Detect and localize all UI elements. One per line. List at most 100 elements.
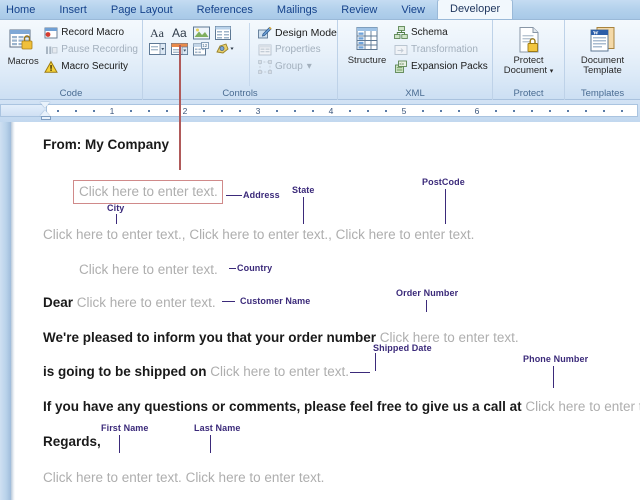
legacy-tools-icon[interactable] [214,42,235,56]
combo-box-control-icon[interactable] [149,42,166,56]
schema-label: Schema [411,27,448,38]
macros-button[interactable]: Macros [4,23,42,67]
horizontal-ruler[interactable]: 1 2 3 4 5 6 [0,100,640,122]
word-window: Home Insert Page Layout References Maili… [0,0,640,500]
postcode-placeholder[interactable]: Click here to enter text. [332,227,475,242]
record-macro-label: Record Macro [61,27,125,38]
svg-text:Aa: Aa [150,26,165,40]
macro-security-button[interactable]: Macro Security [44,58,138,75]
macro-security-icon [44,60,59,74]
pause-recording-button: Pause Recording [44,41,138,58]
transformation-label: Transformation [411,44,478,55]
document-page[interactable]: From: My Company Click here to enter tex… [15,122,640,500]
left-gutter [0,122,11,500]
record-macro-button[interactable]: Record Macro [44,24,138,41]
shipped-date-anno-label: Shipped Date [373,343,432,353]
properties-button: Properties [258,41,337,58]
phone-number-anno-leader [553,366,554,388]
properties-icon [258,43,272,57]
group-button: Group ▾ [258,58,337,75]
group-label-controls: Controls [222,88,258,99]
last-name-placeholder[interactable]: Click here to enter text. [182,470,325,485]
doc-line-address-placeholder[interactable]: Click here to enter text. [79,184,218,200]
tab-view-label: View [401,4,425,16]
tab-insert[interactable]: Insert [47,1,99,19]
protect-document-label-line2: Document [503,65,548,76]
tab-review[interactable]: Review [329,1,389,19]
design-mode-button[interactable]: Design Mode [258,24,337,41]
svg-text:Aa: Aa [172,26,187,40]
doc-line-country-placeholder[interactable]: Click here to enter text. [79,262,218,278]
ribbon-group-xml: Structure Schema Transformation <> Expan… [338,20,493,100]
group-label-protect: Protect [513,88,544,99]
transformation-icon [394,43,408,57]
doc-line-dear: Dear Click here to enter text. [43,295,216,311]
pause-recording-label: Pause Recording [61,44,138,55]
state-placeholder[interactable]: Click here to enter text., [186,227,332,242]
date-picker-control-icon[interactable]: 12 [193,42,209,56]
tab-home[interactable]: Home [0,1,47,19]
tab-references-label: References [196,4,253,16]
ribbon-group-templates: W Document Template Templates [565,20,640,100]
svg-text:<>: <> [399,61,404,66]
left-indent-marker[interactable] [40,116,51,120]
doc-line-phone: If you have any questions or comments, p… [43,399,640,415]
structure-button[interactable]: Structure [344,23,390,66]
plain-text-control-icon[interactable]: Aa [171,25,188,40]
first-name-placeholder[interactable]: Click here to enter text. [43,470,182,485]
rich-text-control-icon[interactable]: Aa [149,25,166,40]
doc-line-names[interactable]: Click here to enter text. Click here to … [43,470,324,486]
expansion-packs-button[interactable]: <> Expansion Packs [394,58,488,75]
last-name-anno-label: Last Name [194,423,241,433]
shipped-prefix: is going to be shipped on [43,364,211,379]
group-label: Group [275,61,303,72]
ruler-track[interactable]: 1 2 3 4 5 6 [46,104,638,117]
controls-gallery: Aa Aa 12 [149,25,235,56]
doc-line-city-state-postcode[interactable]: Click here to enter text., Click here to… [43,227,474,243]
customer-name-placeholder[interactable]: Click here to enter text. [77,295,216,310]
doc-line-from: From: My Company [43,137,170,152]
group-label-templates: Templates [580,88,625,99]
tab-view[interactable]: View [389,1,437,19]
properties-label: Properties [275,44,321,55]
control-leader-line [179,45,181,170]
doc-line-regards: Regards, [43,434,101,449]
tab-developer[interactable]: Developer [437,0,514,19]
state-anno-label: State [292,185,315,195]
tab-mailings-label: Mailings [276,4,318,16]
ribbon: Macros Record Macro Pause Recording Macr… [0,20,640,100]
tab-mailings[interactable]: Mailings [265,1,329,19]
document-template-button[interactable]: W Document Template [569,24,636,76]
tab-page-layout[interactable]: Page Layout [99,1,185,19]
ribbon-group-protect: Protect Document ▾ Protect [493,20,565,100]
macros-button-label: Macros [7,56,39,67]
customer-name-anno-label: Customer Name [240,296,311,306]
tab-developer-label: Developer [450,3,501,15]
shipped-date-placeholder[interactable]: Click here to enter text. [210,364,349,379]
postcode-anno-leader [445,189,446,224]
building-block-gallery-icon[interactable] [215,25,231,40]
first-line-indent-marker[interactable] [40,102,50,108]
picture-control-icon[interactable] [193,26,210,40]
city-placeholder[interactable]: Click here to enter text., [43,227,186,242]
ruler-num-5: 5 [401,106,407,116]
ruler-num-3: 3 [255,106,261,116]
doc-line-order: We're pleased to inform you that your or… [43,330,519,346]
ruler-num-1: 1 [109,106,115,116]
city-anno-label: City [107,203,125,213]
design-mode-icon [258,26,272,40]
protect-document-icon [515,26,543,54]
doc-line-shipped: is going to be shipped on Click here to … [43,364,349,380]
phone-number-placeholder[interactable]: Click here to enter text. [525,399,640,414]
structure-icon [353,26,381,54]
tab-page-layout-label: Page Layout [110,4,173,16]
group-label-xml: XML [405,88,425,99]
tab-references[interactable]: References [185,1,265,19]
ribbon-group-controls: Aa Aa 12 Design Mode Properties Group ▾ … [143,20,338,100]
expansion-packs-label: Expansion Packs [411,61,488,72]
controls-commands: Design Mode Properties Group ▾ [249,23,337,86]
ribbon-tab-bar: Home Insert Page Layout References Maili… [0,0,640,20]
indent-markers[interactable] [40,101,51,120]
protect-document-button[interactable]: Protect Document ▾ [497,24,560,77]
schema-button[interactable]: Schema [394,24,488,41]
